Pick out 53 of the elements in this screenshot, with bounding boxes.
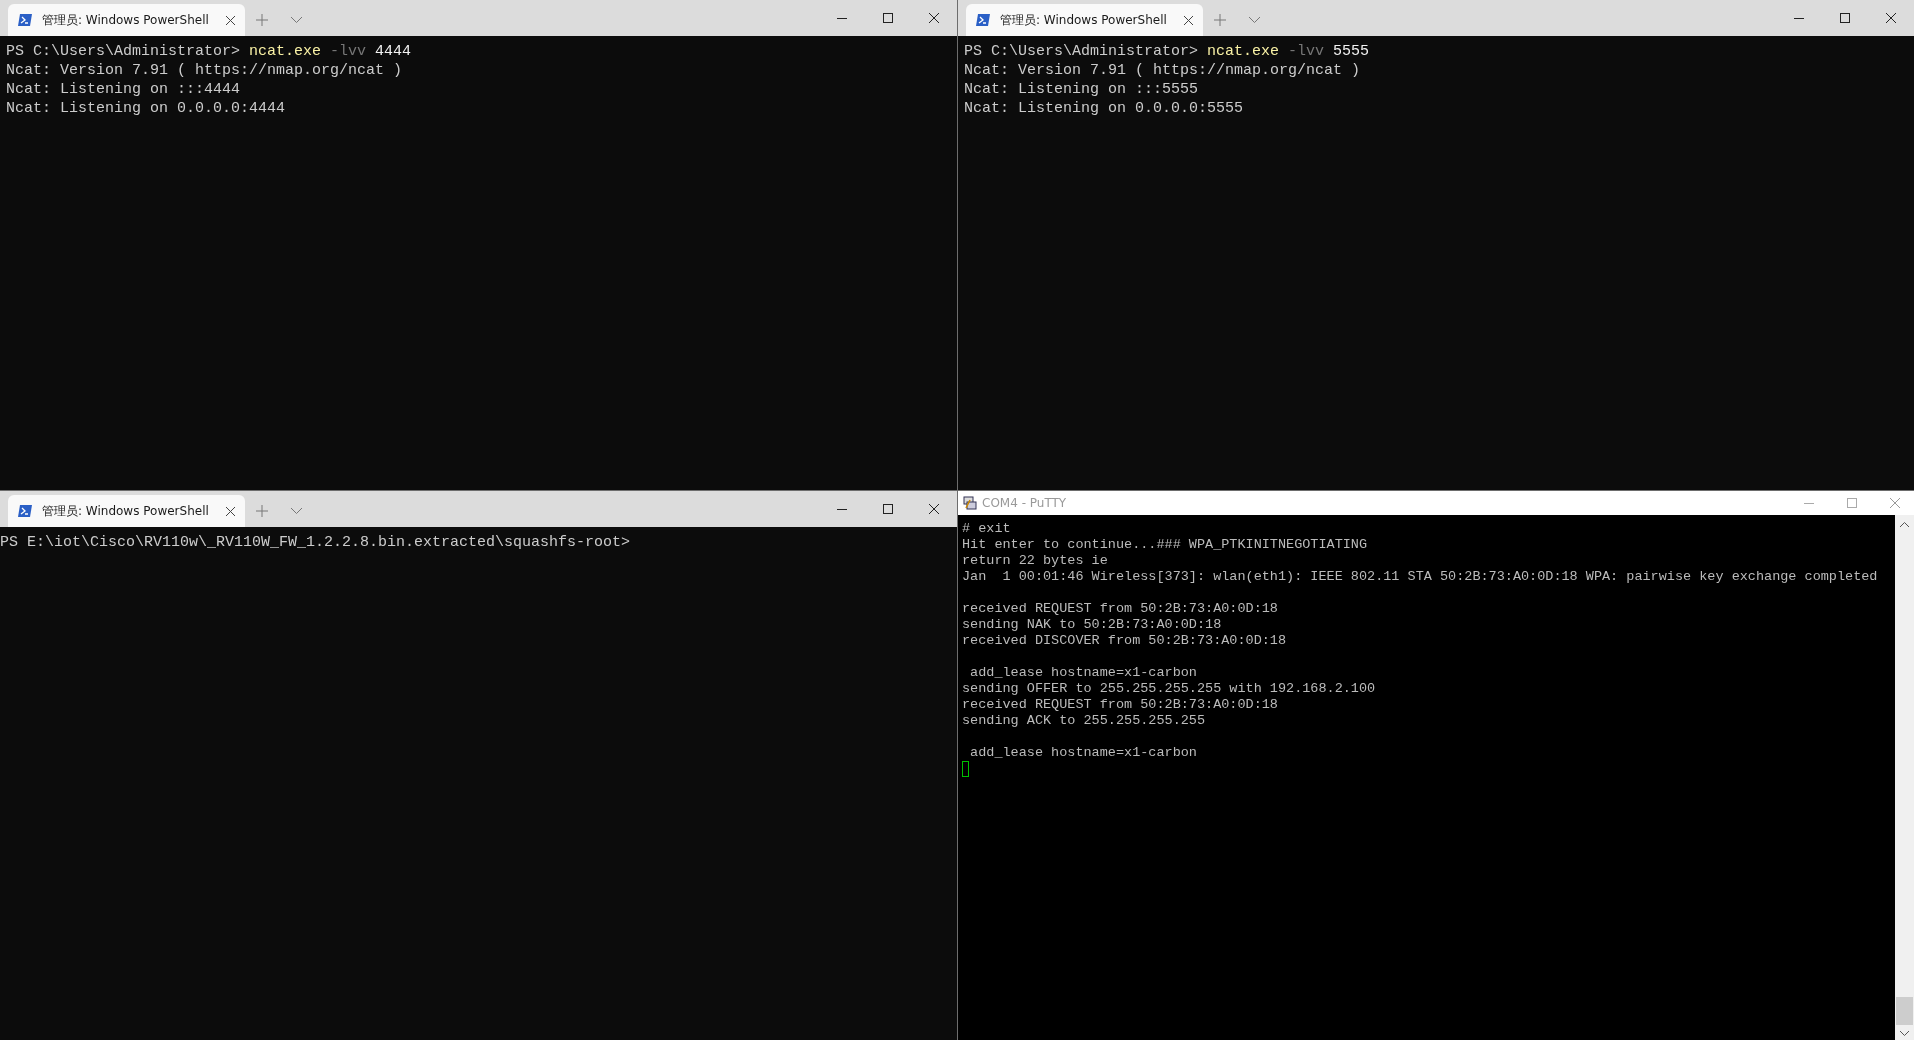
maximize-icon xyxy=(1847,498,1857,508)
close-icon xyxy=(929,13,939,23)
scrollbar-thumb[interactable] xyxy=(1896,997,1913,1025)
terminal-tab[interactable]: 管理员: Windows PowerShell xyxy=(8,4,245,36)
cursor xyxy=(962,761,969,777)
chevron-down-icon xyxy=(1248,17,1260,23)
terminal-line: return 22 bytes ie xyxy=(962,553,1108,568)
terminal-line: Ncat: Listening on 0.0.0.0:5555 xyxy=(964,99,1245,118)
close-icon xyxy=(929,504,939,514)
close-icon xyxy=(226,506,235,516)
terminal-line: sending OFFER to 255.255.255.255 with 192.168.2.100 xyxy=(962,681,1376,696)
maximize-icon xyxy=(883,13,893,23)
plus-icon xyxy=(256,14,268,26)
terminal-line: add_lease hostname=x1-carbon xyxy=(969,745,1197,760)
terminal-line: Ncat: Listening on 0.0.0.0:4444 xyxy=(6,99,287,118)
computer-icon xyxy=(963,496,977,510)
close-icon xyxy=(1184,15,1193,25)
terminal-line: received DISCOVER from 50:2B:73:A0:0D:18 xyxy=(962,633,1287,648)
scrollbar[interactable] xyxy=(1895,515,1914,1040)
terminal-line: # exit xyxy=(962,521,1011,536)
minimize-icon xyxy=(1794,17,1804,19)
terminal-line: PS C:\Users\Administrator> ncat.exe -lvv 5555 xyxy=(964,42,1371,61)
terminal-line: received REQUEST from 50:2B:73:A0:0D:18 xyxy=(962,697,1278,712)
terminal-line: sending ACK to 255.255.255.255 xyxy=(962,713,1206,728)
close-icon xyxy=(1890,498,1900,508)
close-icon xyxy=(1886,13,1896,23)
terminal-line: Ncat: Listening on :::4444 xyxy=(6,80,242,99)
powershell-icon xyxy=(976,14,990,26)
terminal-tab[interactable]: 管理员: Windows PowerShell xyxy=(966,4,1203,36)
powershell-icon xyxy=(18,505,32,517)
terminal-line: Ncat: Version 7.91 ( https://nmap.org/ncat ) xyxy=(964,61,1362,80)
terminal-line: Hit enter to continue...### WPA_PTKINITNEGOTIATING xyxy=(962,537,1368,552)
window-title: COM4 - PuTTY xyxy=(982,496,1067,510)
powershell-icon xyxy=(18,14,32,26)
terminal-line: Ncat: Listening on :::5555 xyxy=(964,80,1200,99)
plus-icon xyxy=(256,505,268,517)
terminal-tab[interactable]: 管理员: Windows PowerShell xyxy=(8,495,245,527)
terminal-line: add_lease hostname=x1-carbon xyxy=(969,665,1197,680)
terminal-line: Ncat: Version 7.91 ( https://nmap.org/ncat ) xyxy=(6,61,404,80)
maximize-icon xyxy=(1840,13,1850,23)
chevron-down-icon xyxy=(290,508,302,514)
terminal-line: PS E:\iot\Cisco\RV110w\_RV110W_FW_1.2.2.8.bin.extracted\squashfs-root> xyxy=(0,533,632,552)
plus-icon xyxy=(1214,14,1226,26)
terminal-line: sending NAK to 50:2B:73:A0:0D:18 xyxy=(962,617,1222,632)
maximize-icon xyxy=(883,504,893,514)
close-icon xyxy=(226,15,235,25)
terminal-line: received REQUEST from 50:2B:73:A0:0D:18 xyxy=(962,601,1278,616)
minimize-icon xyxy=(837,508,847,510)
minimize-icon xyxy=(837,17,847,19)
minimize-icon xyxy=(1804,502,1814,504)
terminal-line: Jan 1 00:01:46 Wireless[373]: wlan(eth1): IEEE 802.11 STA 50:2B:73:A0:0D:18 WPA: pairwise key exchange completed xyxy=(962,569,1878,584)
terminal-line: PS C:\Users\Administrator> ncat.exe -lvv 4444 xyxy=(6,42,413,61)
chevron-down-icon xyxy=(290,17,302,23)
